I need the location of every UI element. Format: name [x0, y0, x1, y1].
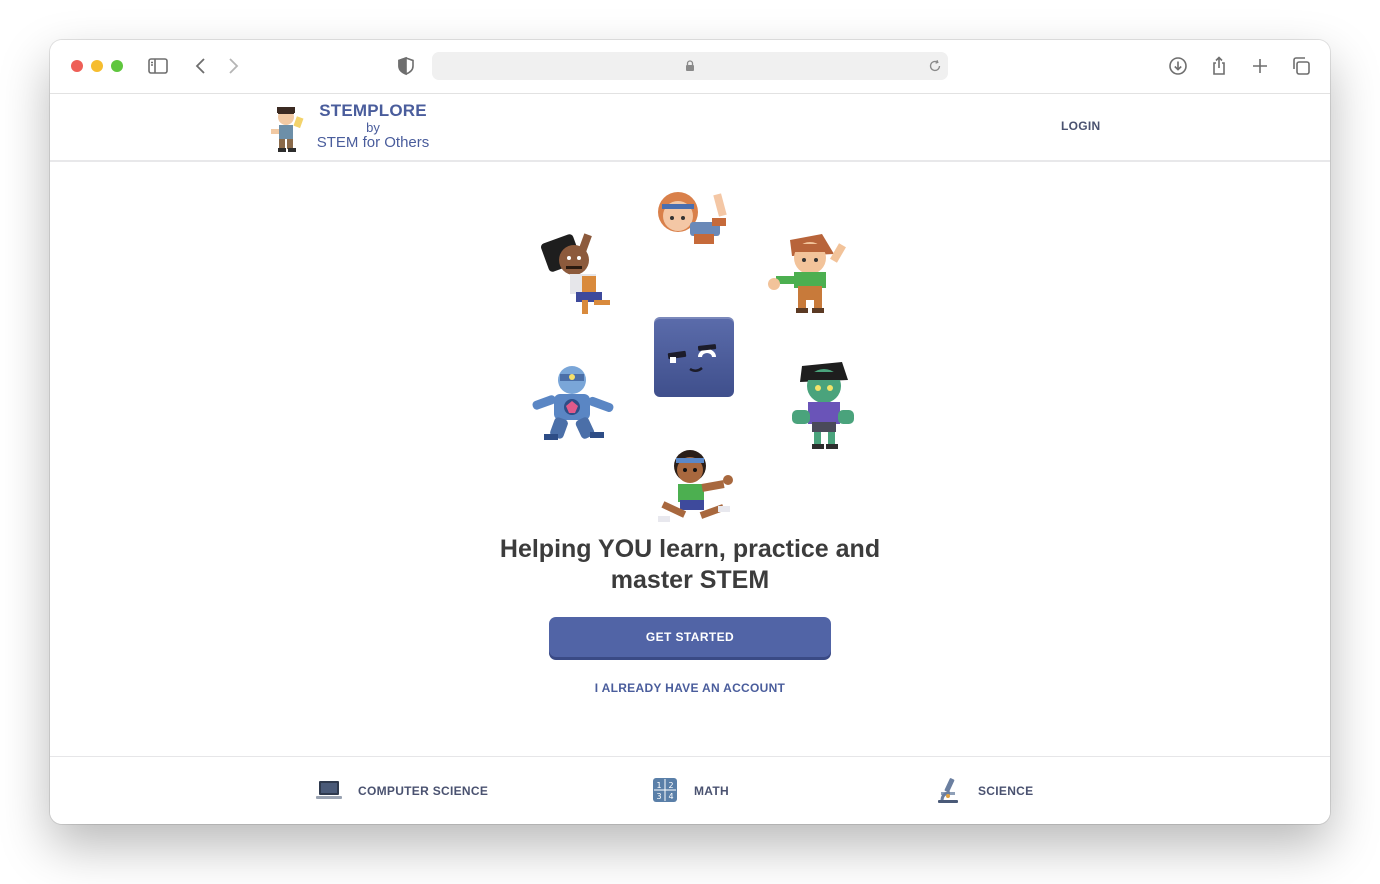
subjects-bar: COMPUTER SCIENCE 1 2 3 4 MATH SCIENCE	[50, 756, 1330, 824]
microscope-icon	[934, 775, 964, 805]
share-icon[interactable]	[1207, 54, 1231, 78]
svg-text:4: 4	[668, 792, 673, 801]
boy-bun-character	[538, 224, 618, 320]
new-tab-icon[interactable]	[1248, 54, 1272, 78]
back-icon[interactable]	[189, 54, 213, 78]
browser-toolbar	[50, 40, 1330, 94]
hero-headline: Helping YOU learn, practice and master S…	[499, 535, 881, 594]
brand-title: STEMPLORE	[319, 101, 427, 120]
already-have-account-link[interactable]: I ALREADY HAVE AN ACCOUNT	[540, 681, 840, 695]
girl-headband-character	[650, 188, 740, 258]
cube-mascot	[654, 317, 734, 397]
browser-window: STEMPLORE by STEM for Others LOGIN Helpi…	[50, 40, 1330, 824]
brand-text: STEMPLORE by STEM for Others	[313, 102, 433, 151]
svg-text:3: 3	[656, 792, 661, 801]
download-icon[interactable]	[1166, 54, 1190, 78]
laptop-icon	[314, 775, 344, 805]
numbers-icon: 1 2 3 4	[650, 775, 680, 805]
shield-icon[interactable]	[394, 54, 418, 78]
site-header: STEMPLORE by STEM for Others LOGIN	[50, 94, 1330, 162]
mascot-icon	[265, 103, 309, 155]
subject-computer-science[interactable]: COMPUTER SCIENCE	[314, 775, 494, 805]
girl-green-shirt-character	[652, 446, 740, 530]
robot-character	[526, 360, 618, 450]
get-started-button[interactable]: GET STARTED	[549, 617, 831, 657]
subject-label: COMPUTER SCIENCE	[358, 784, 489, 798]
login-link[interactable]: LOGIN	[1061, 119, 1101, 133]
zombie-character	[786, 358, 858, 450]
reload-icon[interactable]	[928, 59, 942, 73]
lock-icon	[683, 59, 697, 73]
tab-overview-icon[interactable]	[1289, 54, 1313, 78]
svg-text:2: 2	[668, 781, 673, 790]
minimize-window-button[interactable]	[91, 60, 103, 72]
forward-icon[interactable]	[221, 54, 245, 78]
brand-subtitle: STEM for Others	[316, 134, 430, 152]
brand-by: by	[366, 119, 380, 135]
subject-label: SCIENCE	[978, 784, 1034, 798]
subject-science[interactable]: SCIENCE	[934, 775, 1054, 805]
svg-text:1: 1	[656, 781, 661, 790]
address-bar[interactable]	[432, 52, 948, 80]
subject-label: MATH	[694, 784, 729, 798]
sidebar-icon[interactable]	[146, 54, 170, 78]
boy-green-shirt-character	[762, 226, 854, 318]
subject-math[interactable]: 1 2 3 4 MATH	[650, 775, 750, 805]
zoom-window-button[interactable]	[111, 60, 123, 72]
close-window-button[interactable]	[71, 60, 83, 72]
hero-section: Helping YOU learn, practice and master S…	[50, 162, 1330, 756]
